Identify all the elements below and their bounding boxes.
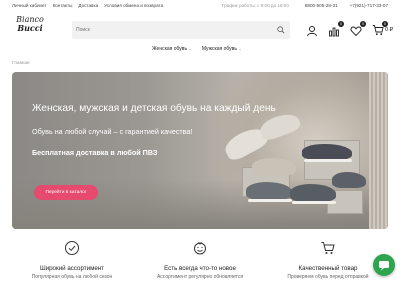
feature-desc: Популярная обувь на любой сезон <box>31 274 113 280</box>
compare-count-badge: 0 <box>338 21 344 27</box>
hero-shipping: Бесплатная доставка в любой ПВЗ <box>32 148 158 157</box>
cart-icon <box>321 242 335 254</box>
nav-item-women[interactable]: Женская обувь ⌄ <box>152 46 192 52</box>
shoe-image <box>302 144 352 160</box>
hero-subtitle: Обувь на любой случай – с гарантией каче… <box>32 127 193 136</box>
search-box <box>72 21 290 39</box>
hero-title: Женская, мужская и детская обувь на кажд… <box>32 103 276 114</box>
user-icon <box>307 26 317 37</box>
working-hours: График работы: с 9:00 до 18:00 <box>222 3 289 8</box>
nav-item-women-label: Женская обувь <box>152 46 188 52</box>
feature-title: Качественный товар <box>298 265 358 272</box>
decor-pillar <box>369 72 388 229</box>
smile-gift-icon <box>194 242 206 255</box>
top-links: Личный кабинет Контакты Доставка Условия… <box>12 3 163 8</box>
logo[interactable]: Bianco Bucci <box>12 16 48 44</box>
feature-item: Качественный товар Проверяем обувь перед… <box>268 240 388 280</box>
search-input[interactable] <box>76 24 271 36</box>
go-to-catalog-button[interactable]: Перейти в каталог <box>34 185 98 200</box>
top-bar: Личный кабинет Контакты Доставка Условия… <box>0 0 400 12</box>
heart-icon <box>350 26 362 37</box>
returns-link[interactable]: Условия обмена и возврата <box>104 3 163 8</box>
cart-button[interactable]: 0 0 ₽ <box>372 21 396 36</box>
header: Bianco Bucci 0 0 <box>0 12 400 48</box>
feature-item: Есть всегда что-то новое Ассортимент рег… <box>140 240 260 280</box>
cart-count-badge: 0 <box>382 21 388 27</box>
shoe-image <box>252 158 296 176</box>
feature-desc: Ассортимент регулярно обновляется <box>156 274 244 280</box>
favorites-button[interactable]: 0 <box>350 21 366 37</box>
feature-title: Есть всегда что-то новое <box>164 265 236 272</box>
nav-item-men-label: Мужская обувь <box>201 46 237 52</box>
chevron-down-icon: ⌄ <box>188 46 192 51</box>
main-nav: Женская обувь ⌄ Мужская обувь ⌄ <box>152 46 242 52</box>
chevron-down-icon: ⌄ <box>238 46 242 51</box>
shoe-image <box>290 184 336 202</box>
hero-banner: Женская, мужская и детская обувь на кажд… <box>12 72 388 229</box>
chat-icon <box>379 261 389 271</box>
compare-button[interactable]: 0 <box>328 21 344 37</box>
feature-title: Широкий ассортимент <box>39 265 105 272</box>
favorites-count-badge: 0 <box>360 21 366 27</box>
chat-button[interactable] <box>373 254 395 276</box>
delivery-link[interactable]: Доставка <box>78 3 98 8</box>
logo-line-2: Bucci <box>17 23 43 33</box>
shoe-sole <box>292 201 336 204</box>
account-button[interactable] <box>306 24 318 37</box>
check-circle-icon <box>65 241 79 255</box>
phone-link-2[interactable]: +7(921)-717-33-07 <box>350 3 388 8</box>
features-section: Широкий ассортимент Популярная обувь на … <box>0 240 400 281</box>
feature-desc: Проверяем обувь перед отправкой <box>287 274 369 280</box>
compare-icon <box>329 27 339 37</box>
contacts-link[interactable]: Контакты <box>53 3 73 8</box>
shoe-image <box>332 172 366 188</box>
shoe-image <box>246 182 292 200</box>
account-link[interactable]: Личный кабинет <box>12 3 47 8</box>
breadcrumb[interactable]: Главная <box>12 60 29 65</box>
header-icons: 0 0 0 0 ₽ <box>306 21 396 37</box>
phone-link-1[interactable]: 8800-505-28-31 <box>305 3 338 8</box>
shoe-sole <box>304 159 352 162</box>
search-icon[interactable] <box>277 26 285 34</box>
cart-total: 0 ₽ <box>385 27 394 33</box>
shoe-sole <box>248 199 292 202</box>
nav-item-men[interactable]: Мужская обувь ⌄ <box>202 46 242 52</box>
feature-item: Широкий ассортимент Популярная обувь на … <box>12 240 132 280</box>
phones: 8800-505-28-31 +7(921)-717-33-07 <box>305 3 388 8</box>
